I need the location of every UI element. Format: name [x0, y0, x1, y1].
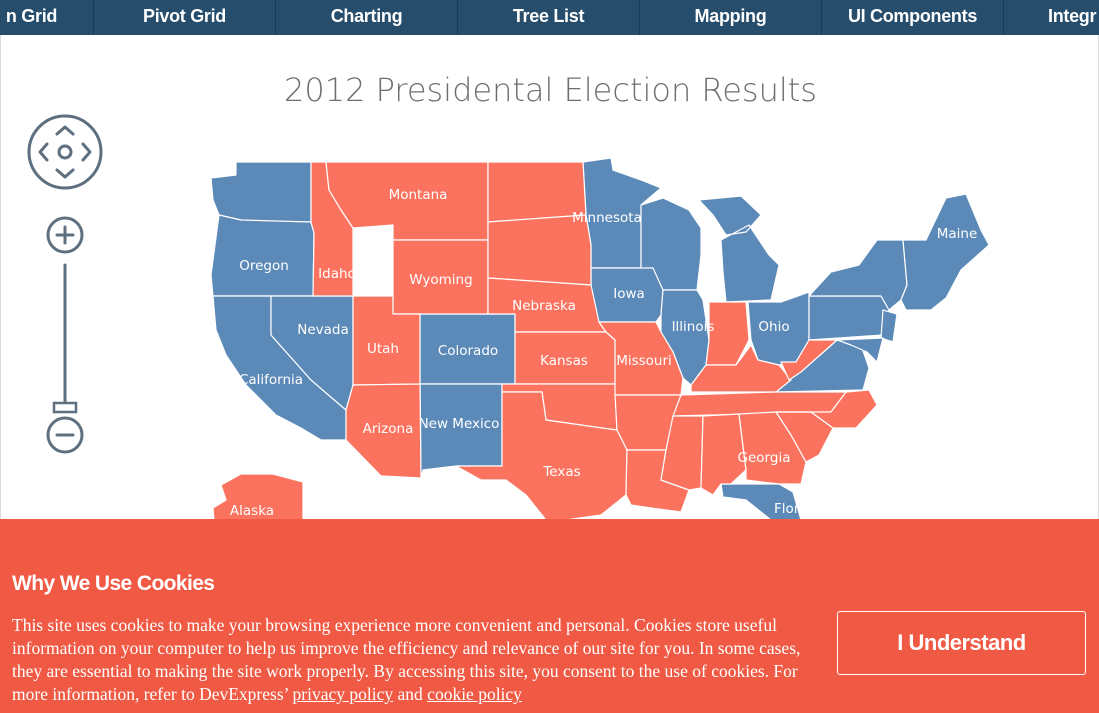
- label-ohio: Ohio: [758, 319, 789, 335]
- label-illinois: Illinois: [672, 319, 715, 335]
- cookie-banner: Why We Use Cookies This site uses cookie…: [0, 519, 1099, 713]
- label-colorado: Colorado: [438, 343, 498, 359]
- nav-item-pivot-grid[interactable]: Pivot Grid: [94, 0, 275, 35]
- label-florida: Florida: [774, 501, 820, 517]
- pan-left-icon[interactable]: [38, 142, 49, 162]
- label-maine: Maine: [937, 226, 978, 242]
- nav-item-data-grid[interactable]: n Grid: [0, 0, 93, 35]
- pan-down-icon[interactable]: [55, 168, 75, 179]
- cookie-message: This site uses cookies to make your brow…: [12, 614, 812, 706]
- pan-control[interactable]: [27, 114, 103, 190]
- nav-item-tree-list[interactable]: Tree List: [458, 0, 639, 35]
- label-kansas: Kansas: [540, 353, 588, 369]
- state-new-england[interactable]: [900, 193, 990, 311]
- label-minnesota: Minnesota: [572, 210, 642, 226]
- label-utah: Utah: [367, 341, 399, 357]
- state-oregon[interactable]: [210, 214, 315, 297]
- label-alaska: Alaska: [230, 503, 274, 519]
- nav-item-mapping[interactable]: Mapping: [640, 0, 821, 35]
- understand-button[interactable]: I Understand: [837, 611, 1086, 675]
- label-missouri: Missouri: [616, 353, 672, 369]
- label-oregon: Oregon: [239, 258, 289, 274]
- label-new-mexico: New Mexico: [419, 416, 500, 432]
- nav-item-integration[interactable]: Integr: [1004, 0, 1099, 35]
- state-new-jersey[interactable]: [880, 309, 898, 343]
- label-iowa: Iowa: [613, 286, 645, 302]
- label-montana: Montana: [389, 187, 448, 203]
- zoom-in-button[interactable]: [46, 216, 84, 254]
- zoom-out-button[interactable]: [46, 416, 84, 454]
- pan-up-icon[interactable]: [55, 125, 75, 136]
- pan-right-icon[interactable]: [81, 142, 92, 162]
- label-idaho: Idaho: [318, 266, 356, 282]
- top-navigation: n Grid Pivot Grid Charting Tree List Map…: [0, 0, 1099, 35]
- state-pennsylvania[interactable]: [808, 295, 890, 341]
- label-georgia: Georgia: [738, 450, 791, 466]
- label-wyoming: Wyoming: [409, 272, 472, 288]
- label-california: California: [239, 372, 303, 388]
- state-michigan[interactable]: [698, 195, 780, 303]
- nav-item-ui-components[interactable]: UI Components: [822, 0, 1003, 35]
- cookie-title: Why We Use Cookies: [12, 572, 215, 595]
- zoom-slider-handle[interactable]: [52, 401, 78, 414]
- vector-map[interactable]: 2012 Presidental Election Results Montan…: [0, 35, 1099, 535]
- label-nebraska: Nebraska: [512, 298, 576, 314]
- cookie-policy-link[interactable]: cookie policy: [427, 684, 522, 704]
- zoom-control: [46, 216, 84, 454]
- us-election-map[interactable]: Montana Minnesota Maine Oregon Idaho Wyo…: [1, 35, 1099, 535]
- state-washington[interactable]: [210, 161, 312, 223]
- nav-item-charting[interactable]: Charting: [276, 0, 457, 35]
- label-arizona: Arizona: [363, 421, 414, 437]
- label-nevada: Nevada: [297, 322, 349, 338]
- cookie-and-text: and: [397, 684, 423, 704]
- privacy-policy-link[interactable]: privacy policy: [293, 684, 394, 704]
- label-texas: Texas: [542, 464, 580, 480]
